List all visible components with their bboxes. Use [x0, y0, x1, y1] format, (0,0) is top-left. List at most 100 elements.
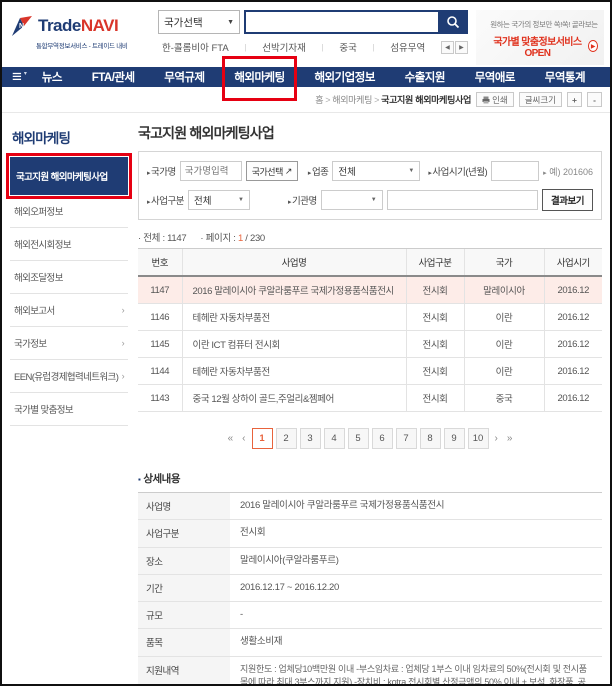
promo-open-arrow-icon[interactable]: ▶: [588, 40, 598, 52]
pagination-page-3[interactable]: 3: [300, 428, 321, 449]
font-size-decrease-button[interactable]: -: [587, 92, 602, 107]
period-input[interactable]: [491, 161, 539, 181]
breadcrumb-bar: 홈>해외마케팅>국고지원 해외마케팅사업 인쇄 글씨크기 + -: [2, 87, 610, 113]
print-button[interactable]: 인쇄: [476, 92, 514, 107]
view-results-button[interactable]: 결과보기: [542, 189, 593, 211]
main-content: 국고지원 해외마케팅사업 ▸국가명 국가선택 ↗ ▸업종 전체 ▼ ▸사업시기(…: [138, 121, 602, 686]
logo-text: TradeNAVI: [38, 16, 118, 36]
period-label: ▸사업시기(년월): [428, 164, 487, 178]
table-header-row: 번호 사업명 사업구분 국가 사업시기: [138, 249, 602, 277]
keyword-input[interactable]: [387, 190, 538, 210]
sidebar-item-gov-marketing[interactable]: 국고지원 해외마케팅사업: [10, 157, 128, 195]
page-title: 국고지원 해외마케팅사업: [138, 123, 602, 143]
quick-links-next-icon[interactable]: ▶: [455, 41, 468, 54]
pagination-first[interactable]: «: [225, 433, 237, 444]
nav-item-news[interactable]: 뉴스: [38, 67, 66, 87]
detail-row: 품목생활소비재: [138, 629, 602, 656]
col-header-no: 번호: [138, 249, 182, 277]
detail-row: 기간2016.12.17 ~ 2016.12.20: [138, 574, 602, 601]
table-row[interactable]: 1145 이란 ICT 컴퓨터 전시회 전시회 이란 2016.12: [138, 331, 602, 358]
quick-link[interactable]: 선박기자재: [258, 40, 310, 54]
detail-row: 장소말레이시아(쿠알라룸푸르): [138, 547, 602, 574]
svg-text:N: N: [19, 23, 24, 30]
pagination-last[interactable]: »: [504, 433, 516, 444]
pagination-page-8[interactable]: 8: [420, 428, 441, 449]
pagination-prev[interactable]: ‹: [239, 433, 248, 444]
current-page: 1: [238, 233, 243, 244]
sidebar-item-overseas-exhibition[interactable]: 해외전시회정보: [10, 228, 128, 261]
sidebar-item-country-info[interactable]: 국가정보 ›: [10, 327, 128, 360]
sidebar-item-overseas-report[interactable]: 해외보고서 ›: [10, 294, 128, 327]
industry-select[interactable]: 전체 ▼: [332, 161, 420, 181]
hamburger-menu-icon[interactable]: ≡ ▾: [12, 67, 27, 87]
site-header: N TradeNAVI 통합무역정보서비스 - 트레이드 내비 국가선택 ▼: [2, 2, 610, 67]
breadcrumb-current: 국고지원 해외마케팅사업: [381, 95, 471, 105]
nav-item-overseas-company[interactable]: 해외기업정보: [310, 67, 378, 87]
sidebar: 해외마케팅 국고지원 해외마케팅사업 해외오퍼정보 해외전시회정보 해외조달정보…: [10, 121, 128, 686]
nav-item-fta[interactable]: FTA/관세: [88, 67, 139, 87]
nav-item-overseas-marketing[interactable]: 해외마케팅: [230, 67, 288, 87]
logo-arrow-icon: N: [10, 14, 34, 38]
col-header-name: 사업명: [182, 249, 406, 277]
pagination-page-1[interactable]: 1: [252, 428, 273, 449]
total-count: 1147: [167, 233, 186, 244]
table-row[interactable]: 1144 테헤란 자동차부품전 전시회 이란 2016.12: [138, 358, 602, 385]
quick-link[interactable]: 중국: [335, 40, 360, 54]
business-type-label: ▸사업구분: [147, 193, 184, 207]
results-summary: · 전체 : 1147 · 페이지 : 1 / 230: [138, 230, 602, 244]
country-name-input[interactable]: [180, 161, 242, 181]
sidebar-item-een[interactable]: EEN(유럽경제협력네트워크) ›: [10, 360, 128, 393]
header-search-input[interactable]: [244, 10, 438, 34]
pagination-page-2[interactable]: 2: [276, 428, 297, 449]
promo-subtitle: 원하는 국가의 정보만 쏙!쏙! 골라보는: [490, 19, 598, 30]
nav-item-export-support[interactable]: 수출지원: [401, 67, 449, 87]
breadcrumb-home[interactable]: 홈: [315, 95, 323, 105]
col-header-period: 사업시기: [544, 249, 602, 277]
breadcrumb-level1[interactable]: 해외마케팅: [332, 95, 372, 105]
main-nav: ≡ ▾ 뉴스 FTA/관세 무역규제 해외마케팅 해외기업정보 수출지원 무역애…: [2, 67, 610, 87]
pagination-page-9[interactable]: 9: [444, 428, 465, 449]
chevron-right-icon: ›: [122, 305, 124, 315]
pagination-page-5[interactable]: 5: [348, 428, 369, 449]
table-row[interactable]: 1146 테헤란 자동차부품전 전시회 이란 2016.12: [138, 304, 602, 331]
col-header-country: 국가: [464, 249, 544, 277]
quick-links-prev-icon[interactable]: ◀: [441, 41, 454, 54]
font-size-increase-button[interactable]: +: [567, 92, 582, 107]
pagination-page-7[interactable]: 7: [396, 428, 417, 449]
detail-row: 규모-: [138, 602, 602, 629]
country-name-label: ▸국가명: [147, 164, 176, 178]
pagination-page-6[interactable]: 6: [372, 428, 393, 449]
total-pages: 230: [250, 233, 265, 244]
sidebar-item-overseas-offer[interactable]: 해외오퍼정보: [10, 195, 128, 228]
table-row[interactable]: 1143 중국 12월 상하이 골드,주얼리&젬페어 전시회 중국 2016.1…: [138, 385, 602, 412]
chevron-right-icon: ›: [122, 371, 124, 381]
pagination-page-10[interactable]: 10: [468, 428, 489, 449]
country-service-promo[interactable]: 원하는 국가의 정보만 쏙!쏙! 골라보는 국가별 맞춤정보서비스 OPEN ▶: [476, 10, 604, 65]
tradenavi-logo[interactable]: N TradeNAVI 통합무역정보서비스 - 트레이드 내비: [10, 10, 150, 50]
chevron-down-icon: ▼: [408, 168, 414, 174]
browser-page: N TradeNAVI 통합무역정보서비스 - 트레이드 내비 국가선택 ▼: [0, 0, 612, 686]
popup-icon: ↗: [285, 166, 292, 177]
quick-link[interactable]: 한-콜롬비아 FTA: [158, 40, 233, 54]
sidebar-title: 해외마케팅: [10, 121, 128, 157]
nav-item-trade-regulation[interactable]: 무역규제: [160, 67, 208, 87]
country-select-dropdown[interactable]: 국가선택 ▼: [158, 10, 240, 34]
sidebar-item-custom-country-info[interactable]: 국가별 맞춤정보: [10, 393, 128, 426]
search-filter-panel: ▸국가명 국가선택 ↗ ▸업종 전체 ▼ ▸사업시기(년월) ▸ 예) 2016…: [138, 151, 602, 220]
pagination-page-4[interactable]: 4: [324, 428, 345, 449]
country-select-popup-button[interactable]: 국가선택 ↗: [246, 161, 298, 181]
pagination-next[interactable]: ›: [492, 433, 501, 444]
quick-link[interactable]: 섬유무역: [386, 40, 429, 54]
business-type-select[interactable]: 전체 ▼: [188, 190, 250, 210]
chevron-right-icon: ›: [122, 338, 124, 348]
search-button[interactable]: [438, 10, 468, 34]
sidebar-item-overseas-procurement[interactable]: 해외조달정보: [10, 261, 128, 294]
detail-section-title: ▪상세내용: [138, 471, 602, 486]
nav-item-trade-difficulty[interactable]: 무역애로: [471, 67, 519, 87]
detail-table: 사업명2016 말레이시아 쿠알라룸푸르 국제가정용품식품전시 사업구분전시회 …: [138, 492, 602, 686]
org-select[interactable]: ▼: [321, 190, 383, 210]
detail-row: 지원내역지원한도 : 업체당10백만원 이내 -부스임차료 : 업체당 1부스 …: [138, 656, 602, 686]
nav-item-trade-statistics[interactable]: 무역통계: [541, 67, 589, 87]
table-row[interactable]: 1147 2016 말레이시아 쿠알라룸푸르 국제가정용품식품전시 전시회 말레…: [138, 276, 602, 304]
detail-row: 사업구분전시회: [138, 520, 602, 547]
